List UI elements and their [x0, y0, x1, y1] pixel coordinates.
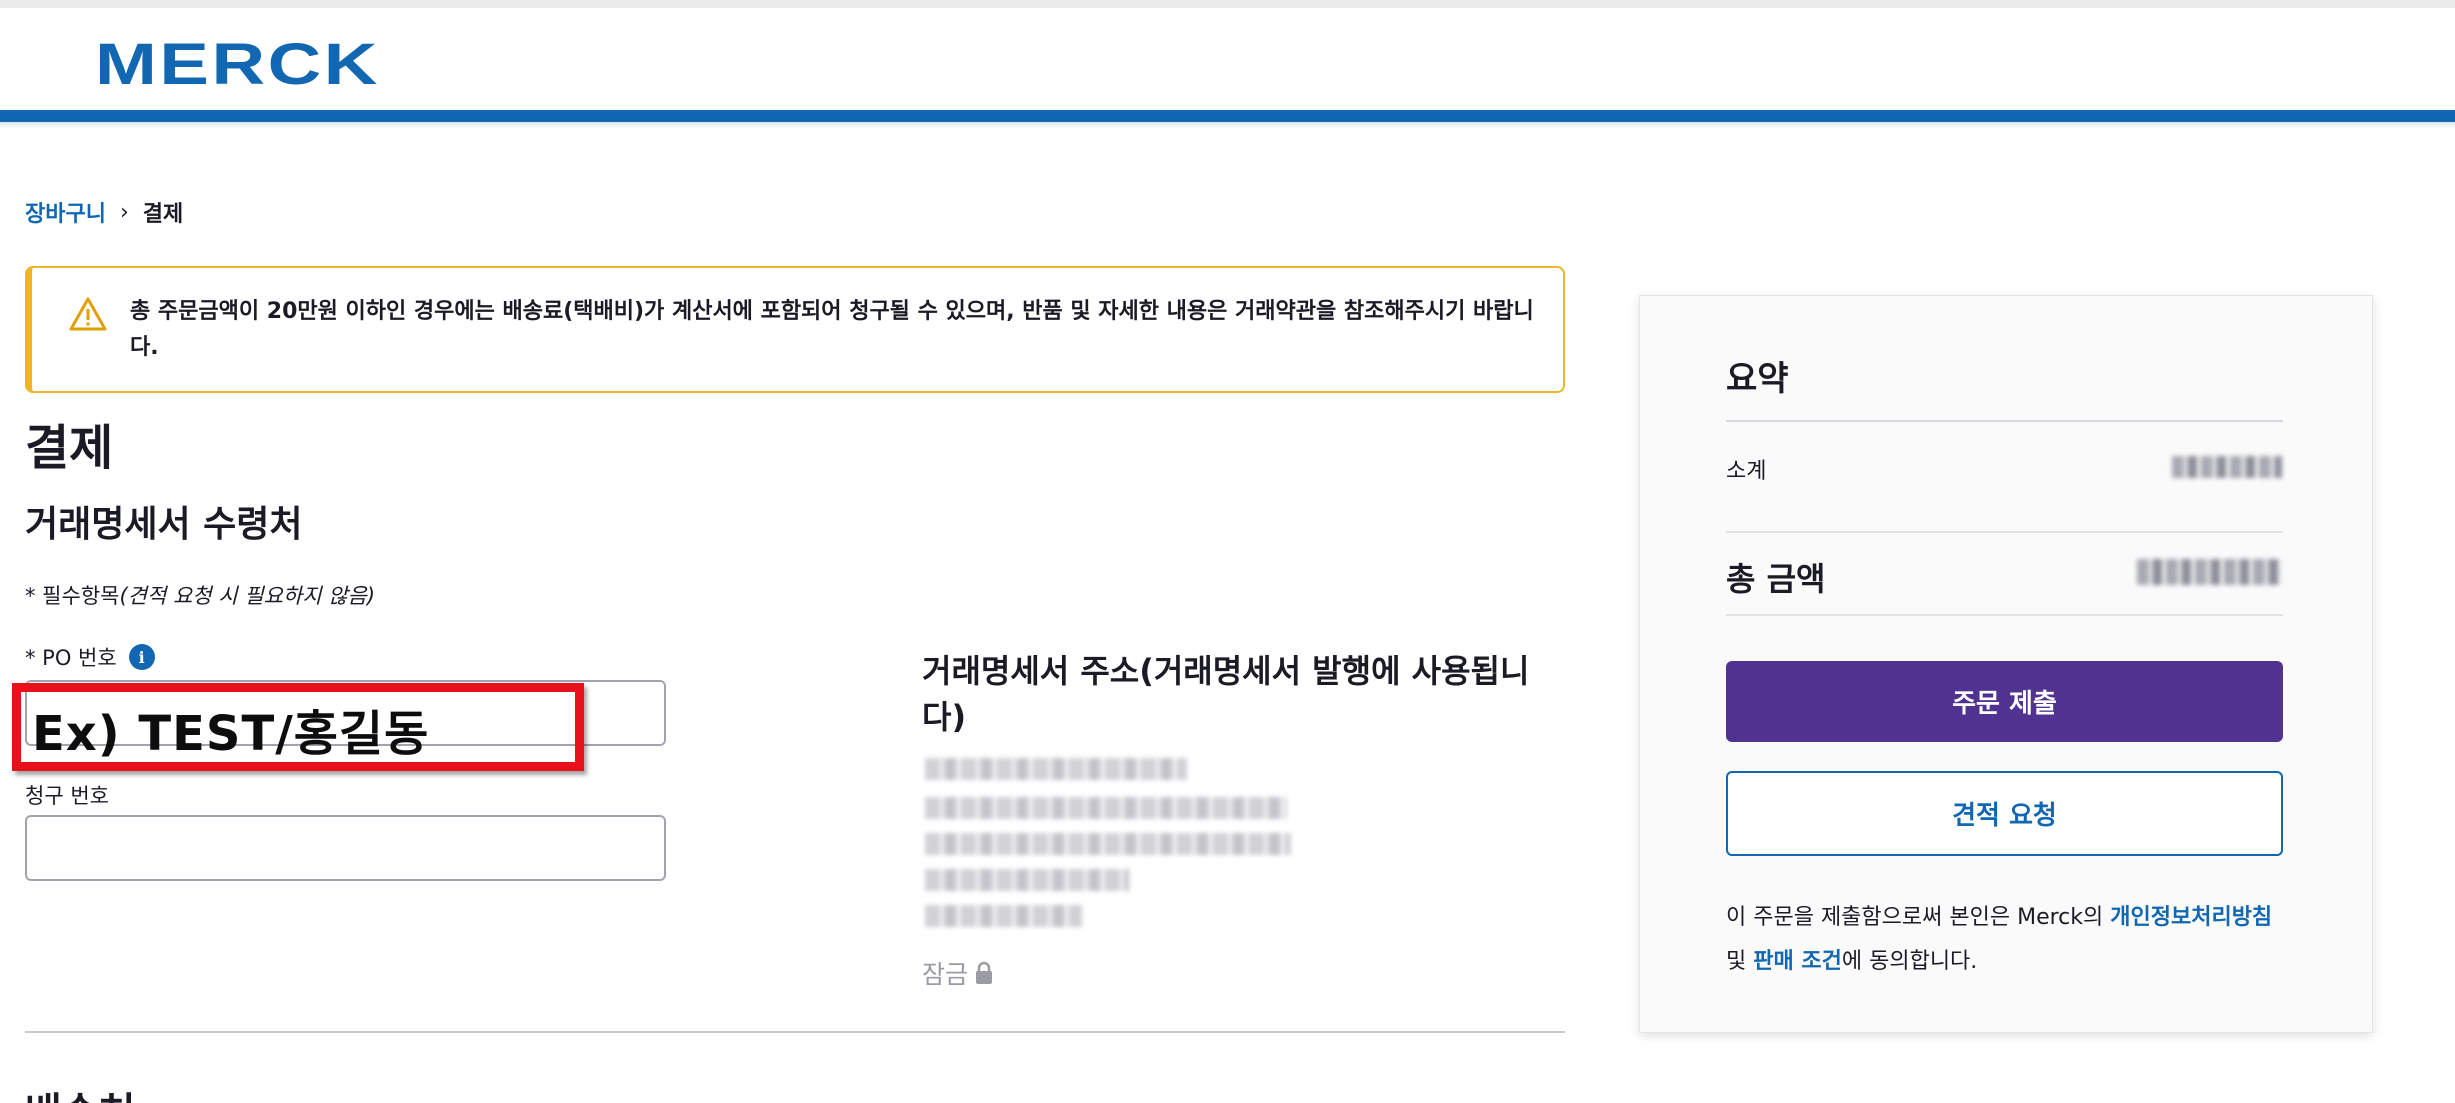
summary-divider: [1726, 420, 2283, 422]
subtotal-label: 소계: [1726, 459, 1767, 484]
consent-and: 및: [1726, 949, 1754, 974]
header-shadow: [0, 122, 2455, 128]
billing-number-input[interactable]: [25, 815, 666, 881]
locked-indicator: 잠금: [922, 955, 994, 991]
po-label-text: * PO 번호: [25, 646, 117, 670]
required-note-italic: (견적 요청 시 필요하지 않음): [119, 584, 376, 608]
top-border: [0, 0, 2455, 8]
request-quote-button[interactable]: 견적 요청: [1726, 771, 2283, 856]
summary-divider: [1726, 614, 2283, 616]
header-accent-bar: [0, 110, 2455, 122]
billing-number-label: 청구 번호: [25, 784, 109, 808]
address-line-redacted: [925, 833, 1291, 855]
submit-order-button[interactable]: 주문 제출: [1726, 661, 2283, 742]
order-summary-panel: 요약 소계 총 금액 주문 제출 견적 요청 이 주문을 제출함으로써 본인은 …: [1639, 295, 2373, 1033]
po-number-label: * PO 번호 i: [25, 642, 155, 672]
merck-logo[interactable]: MERCK: [95, 36, 385, 94]
invoice-address-heading: 거래명세서 주소(거래명세서 발행에 사용됩니다): [922, 652, 1530, 736]
address-line-redacted: [925, 797, 1287, 819]
total-label: 총 금액: [1726, 560, 1826, 598]
summary-divider: [1726, 531, 2283, 533]
summary-title: 요약: [1726, 359, 1789, 399]
site-header: MERCK: [0, 8, 2455, 110]
address-line-redacted: [925, 758, 1187, 780]
privacy-policy-link[interactable]: 개인정보처리방침: [2110, 905, 2272, 930]
invoice-recipient-heading: 거래명세서 수령처: [25, 504, 303, 545]
warning-triangle-icon: [69, 297, 107, 331]
consent-suffix: 에 동의합니다.: [1841, 949, 1978, 974]
consent-text: 이 주문을 제출함으로써 본인은 Merck의 개인정보처리방침 및 판매 조건…: [1726, 896, 2291, 984]
address-line-redacted: [925, 905, 1082, 927]
shipping-fee-alert: 총 주문금액이 20만원 이하인 경우에는 배송료(택배비)가 계산서에 포함되…: [25, 266, 1565, 393]
shipping-heading: 배송처: [25, 1080, 135, 1103]
page-title: 결제: [25, 420, 114, 476]
chevron-right-icon: ›: [119, 199, 129, 225]
total-value-redacted: [2137, 559, 2282, 585]
consent-prefix: 이 주문을 제출함으로써 본인은 Merck의: [1726, 905, 2111, 930]
terms-of-sale-link[interactable]: 판매 조건: [1753, 949, 1842, 974]
breadcrumb: 장바구니 › 결제: [25, 196, 183, 228]
subtotal-value-redacted: [2172, 456, 2282, 478]
required-prefix: * 필수항목: [25, 584, 120, 608]
required-fields-note: * 필수항목(견적 요청 시 필요하지 않음): [25, 580, 375, 610]
po-example-annotation: Ex) TEST/홍길동: [32, 706, 430, 762]
svg-text:MERCK: MERCK: [95, 36, 380, 94]
breadcrumb-cart-link[interactable]: 장바구니: [25, 196, 106, 228]
info-icon[interactable]: i: [128, 644, 155, 670]
address-line-redacted: [925, 869, 1129, 891]
breadcrumb-current: 결제: [142, 202, 184, 227]
lock-icon: [976, 961, 993, 984]
locked-label: 잠금: [922, 960, 969, 989]
section-divider: [25, 1031, 1565, 1033]
alert-message: 총 주문금액이 20만원 이하인 경우에는 배송료(택배비)가 계산서에 포함되…: [130, 299, 1534, 360]
